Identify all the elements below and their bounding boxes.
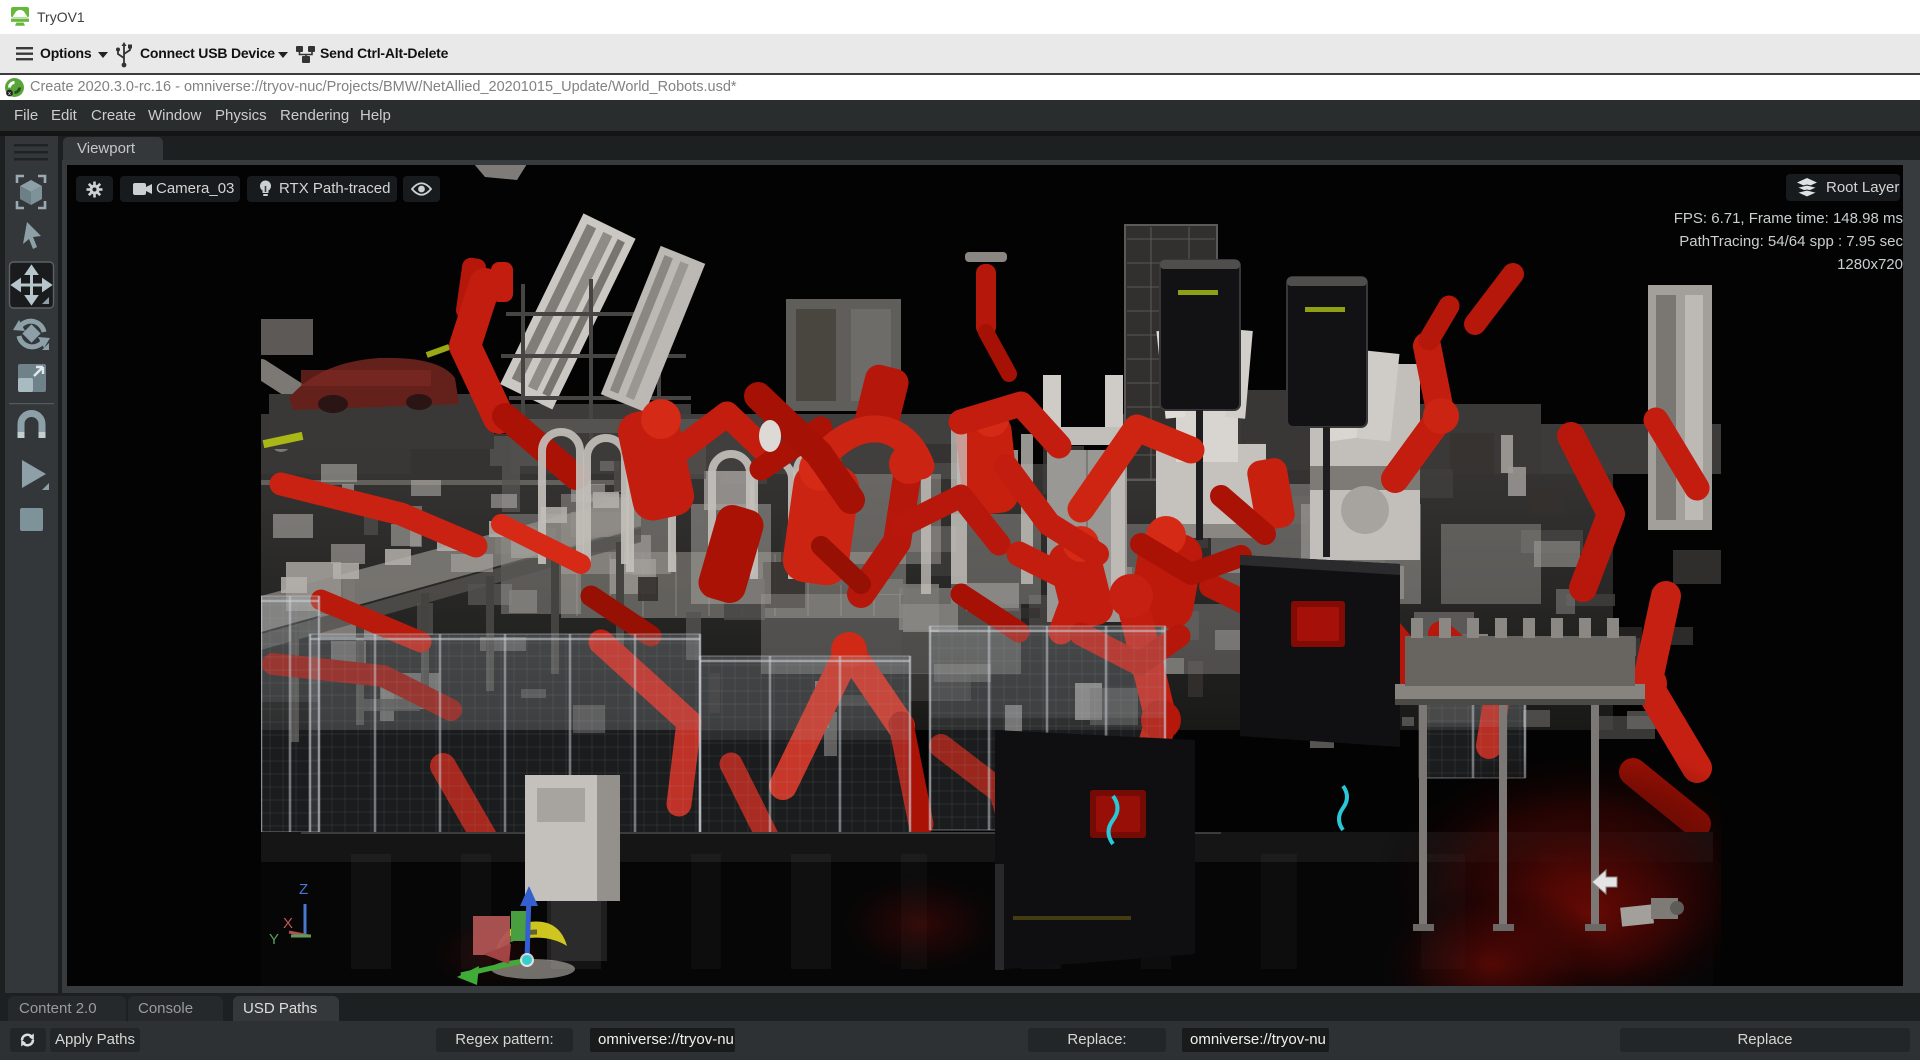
svg-text:X: X xyxy=(283,915,293,932)
svg-text:Y: Y xyxy=(269,931,279,948)
svg-text:x: x xyxy=(8,91,11,97)
svg-text:Z: Z xyxy=(299,881,308,898)
